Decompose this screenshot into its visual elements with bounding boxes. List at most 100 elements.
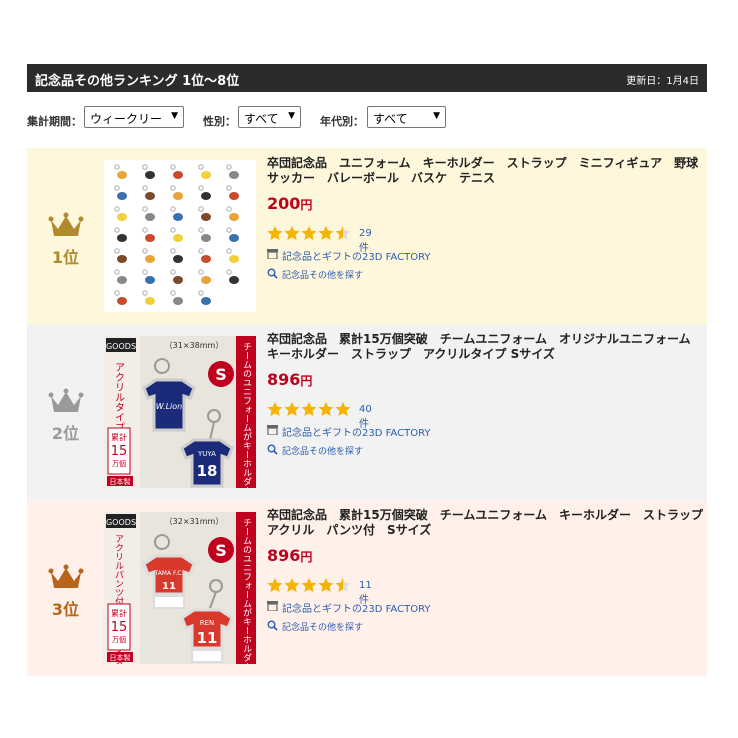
rating-star-icon xyxy=(284,578,300,592)
price-value: 200 xyxy=(267,194,301,213)
crown-icon xyxy=(48,564,84,588)
ranking-title: 記念品その他ランキング 1位～8位 xyxy=(35,74,240,89)
rank-block: 3位 xyxy=(27,500,104,676)
product-title[interactable]: 卒団記念品 累計15万個突破 チームユニフォーム キーホルダー ストラップ アク… xyxy=(267,508,715,538)
rating-star-icon xyxy=(318,578,334,592)
mini-figure xyxy=(173,255,183,263)
chevron-down-icon: ▼ xyxy=(288,111,295,121)
gender-select-value: すべて xyxy=(244,112,279,126)
mini-figure xyxy=(229,192,239,200)
mini-figure xyxy=(201,192,211,200)
brand-label: GOODS xyxy=(106,342,136,351)
mini-figure xyxy=(229,276,239,284)
rating-star-icon xyxy=(284,226,300,240)
rank-block: 1位 xyxy=(27,148,104,324)
count-unit: 万個 xyxy=(112,635,126,644)
product-image[interactable]: GOODS アクリルパンツ付タイプSサイズ 累計 15 万個 日本製 （32×3… xyxy=(104,512,256,664)
count-label: 累計 xyxy=(111,608,127,618)
mini-figure xyxy=(145,255,155,263)
mini-figure xyxy=(117,192,127,200)
mini-figure xyxy=(173,234,183,242)
mini-figure xyxy=(173,171,183,179)
crown-icon xyxy=(48,212,84,236)
product-title[interactable]: 卒団記念品 ユニフォーム キーホルダー ストラップ ミニフィギュア 野球 サッカ… xyxy=(267,156,710,186)
mini-figure xyxy=(229,234,239,242)
rating-star-icon xyxy=(335,226,351,240)
mini-figure xyxy=(229,255,239,263)
mini-figure xyxy=(117,234,127,242)
rating-star-icon xyxy=(335,578,351,592)
price-value: 896 xyxy=(267,546,301,565)
chevron-down-icon: ▼ xyxy=(171,111,178,121)
rating-star-icon xyxy=(267,402,283,416)
star-rating-icon xyxy=(267,578,351,592)
shop-icon xyxy=(267,249,278,259)
mini-figure xyxy=(117,171,127,179)
crown-icon xyxy=(48,388,84,412)
catch-vertical: チームのユニフォームがキーホルダーに xyxy=(241,518,252,664)
ranking-header: 記念品その他ランキング 1位～8位 更新日：1月4日 xyxy=(27,64,707,92)
rating-star-icon xyxy=(301,402,317,416)
gender-label: 性別： xyxy=(203,115,236,128)
mini-figure xyxy=(201,276,211,284)
age-select-value: すべて xyxy=(373,112,408,126)
product-price: 896円 xyxy=(267,370,312,389)
price-yen: 円 xyxy=(300,198,313,212)
search-text: 記念品その他を探す xyxy=(282,447,364,457)
mini-figure xyxy=(201,255,211,263)
rating-star-icon xyxy=(267,578,283,592)
period-label: 集計期間： xyxy=(27,115,82,128)
ranking-item[interactable]: 1位 卒団記念品 ユニフォーム キーホルダー ストラップ ミニフィギュア 野球 … xyxy=(27,148,710,324)
rating-star-icon xyxy=(301,226,317,240)
star-rating-icon xyxy=(267,226,351,240)
jersey-number: 18 xyxy=(197,462,218,480)
count-label: 累計 xyxy=(111,432,127,442)
product-title[interactable]: 卒団記念品 累計15万個突破 チームユニフォーム オリジナルユニフォーム キーホ… xyxy=(267,332,703,362)
jersey-number: 11 xyxy=(197,629,218,647)
product-image[interactable] xyxy=(104,160,256,312)
mini-figure xyxy=(145,276,155,284)
product-image[interactable]: GOODS アクリルタイプSサイズ 累計 15 万個 日本製 （31×38mm）… xyxy=(104,336,256,488)
search-text: 記念品その他を探す xyxy=(282,623,364,633)
rating-star-icon xyxy=(284,402,300,416)
jersey-number-front: 11 xyxy=(162,581,176,592)
mini-figure xyxy=(201,297,211,305)
gender-select[interactable]: すべて ▼ xyxy=(238,106,301,128)
mini-figure xyxy=(173,276,183,284)
mini-figure xyxy=(229,171,239,179)
mini-figure xyxy=(173,192,183,200)
shop-name: 記念品とギフトの23D FACTORY xyxy=(282,604,431,615)
period-select[interactable]: ウィークリー ▼ xyxy=(84,106,184,128)
rating-star-icon xyxy=(301,578,317,592)
search-icon xyxy=(267,268,278,279)
jersey-team: TAMA F.C. xyxy=(154,570,184,577)
catch-vertical: チームのユニフォームがキーホルダーに xyxy=(241,342,252,488)
jersey-name: YUYA xyxy=(197,450,216,458)
rank-number: 1位 xyxy=(51,248,80,267)
rating-star-icon xyxy=(267,226,283,240)
filter-bar: 集計期間： ウィークリー ▼ 性別： すべて ▼ 年代別： すべて ▼ xyxy=(27,106,707,132)
shop-icon xyxy=(267,425,278,435)
mini-figure xyxy=(201,213,211,221)
mini-figure xyxy=(201,234,211,242)
rating-star-icon xyxy=(335,402,351,416)
mini-figure xyxy=(117,297,127,305)
ranking-item[interactable]: 2位 GOODS アクリルタイプSサイズ 累計 15 万個 日本製 （31×38… xyxy=(27,324,707,500)
ranking-item[interactable]: 3位 GOODS アクリルパンツ付タイプSサイズ 累計 15 万個 日本製 （3… xyxy=(27,500,715,676)
shop-name: 記念品とギフトの23D FACTORY xyxy=(282,252,431,263)
period-select-value: ウィークリー xyxy=(90,112,163,126)
jersey-team: W.Lion xyxy=(156,402,182,411)
jersey-name: REN xyxy=(200,619,215,627)
age-select[interactable]: すべて ▼ xyxy=(367,106,446,128)
mini-figure xyxy=(117,255,127,263)
count-value: 15 xyxy=(111,444,128,459)
rank-number: 3位 xyxy=(51,600,80,619)
mini-figure xyxy=(145,192,155,200)
mini-figure xyxy=(145,213,155,221)
mini-figure xyxy=(145,234,155,242)
mini-figure xyxy=(117,276,127,284)
mini-figure xyxy=(201,171,211,179)
size-label: （31×38mm） xyxy=(165,341,224,350)
brand-label: GOODS xyxy=(106,518,136,527)
age-label: 年代別： xyxy=(320,115,364,128)
